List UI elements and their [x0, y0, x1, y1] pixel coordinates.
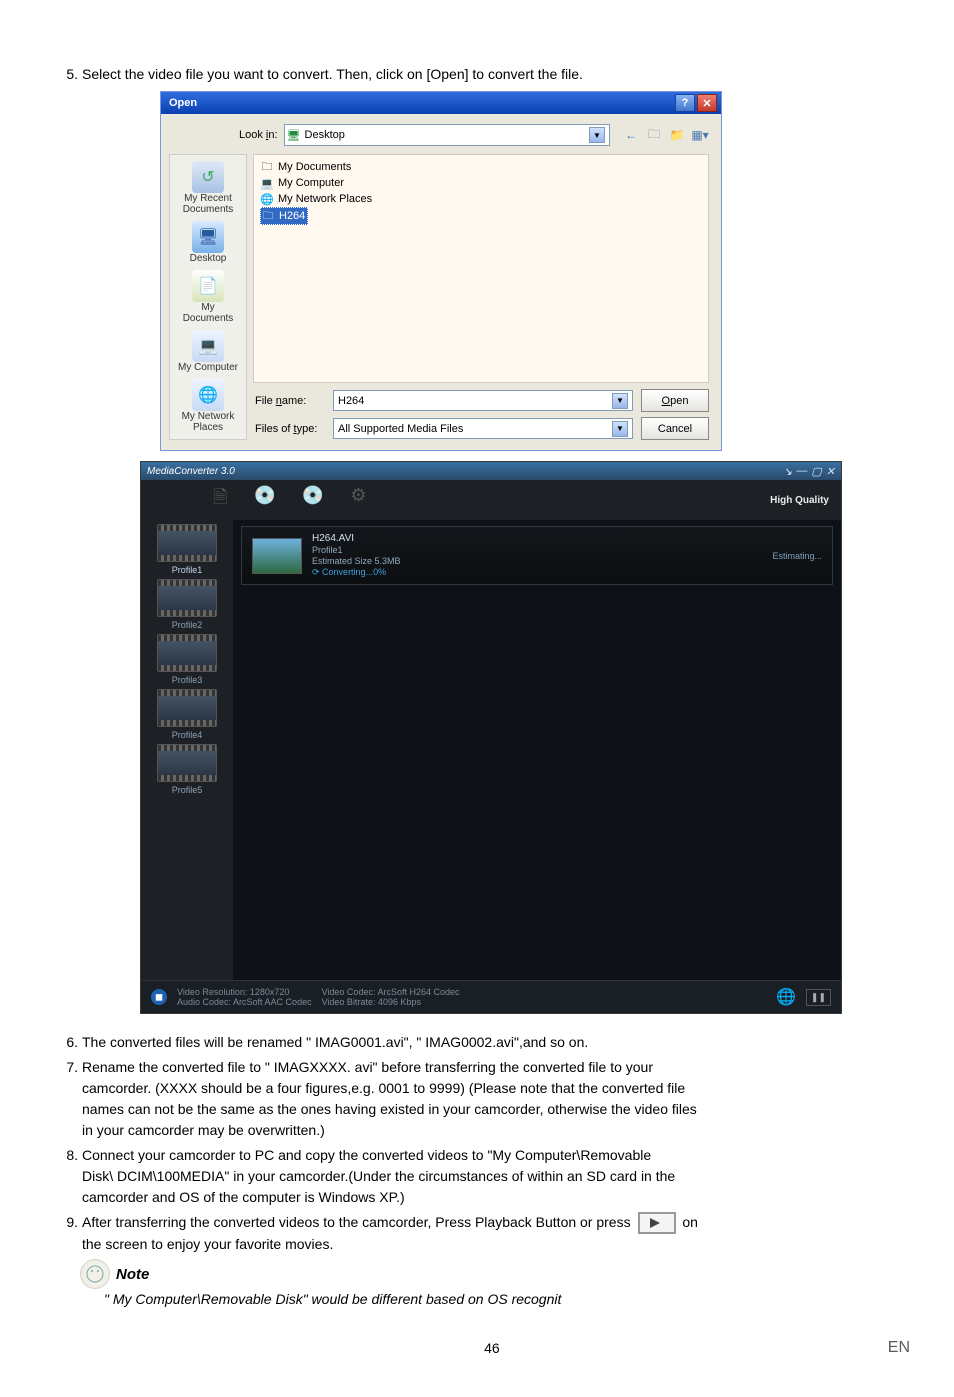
toolbar-newfolder-icon[interactable]: 📁 [668, 126, 686, 144]
step-9: 9. After transferring the converted vide… [60, 1212, 904, 1255]
mc-queue-item[interactable]: H264.AVI Profile1 Estimated Size 5.3MB ⟳… [241, 526, 833, 585]
mc-close-icon[interactable]: ✕ [826, 465, 835, 478]
filetype-select[interactable]: All Supported Media Files ▼ [333, 418, 633, 439]
mc-status-audiocodec: Audio Codec: ArcSoft AAC Codec [177, 997, 312, 1007]
mc-item-name: H264.AVI [312, 533, 762, 544]
footer-lang: EN [888, 1339, 910, 1357]
folder-icon: 🗀 [260, 160, 274, 174]
recent-icon: ↺ [192, 161, 224, 193]
look-in-label: Look in: [239, 129, 278, 141]
mc-titlebar: MediaConverter 3.0 ↘ — ▢ ✕ [141, 462, 841, 480]
file-item-mypc[interactable]: 💻 My Computer [260, 175, 702, 191]
filetype-label: Files of type: [253, 423, 325, 435]
chevron-down-icon[interactable]: ▼ [589, 127, 605, 143]
places-sidebar: ↺ My Recent Documents 🖥 Desktop 📄 My Doc… [169, 154, 247, 440]
mc-item-thumbnail [252, 538, 302, 574]
cancel-button[interactable]: Cancel [641, 417, 709, 440]
mc-max-icon[interactable]: ▢ [811, 465, 821, 478]
mc-profile-2[interactable]: Profile2 [152, 579, 222, 630]
open-button[interactable]: Open [641, 389, 709, 412]
mc-profile-5[interactable]: Profile5 [152, 744, 222, 795]
mc-toolbar-file-icon[interactable]: 🗎 [213, 485, 227, 515]
mc-high-quality-label: High Quality [770, 495, 829, 506]
sidebar-mydocs[interactable]: 📄 My Documents [175, 268, 241, 326]
sidebar-recent[interactable]: ↺ My Recent Documents [175, 159, 241, 217]
mc-toolbar-disc-icon[interactable]: 💿 [253, 485, 275, 515]
mc-status-videobitrate: Video Bitrate: 4096 Kbps [322, 997, 460, 1007]
mc-pause-icon[interactable]: ❚❚ [806, 989, 831, 1006]
mc-item-profile: Profile1 [312, 545, 762, 555]
look-in-select[interactable]: 🖥 Desktop ▼ [284, 124, 610, 146]
network-icon: 🌐 [260, 192, 274, 206]
step-6: 6. The converted files will be renamed "… [60, 1032, 904, 1053]
mc-collapse-icon[interactable]: ↘ [783, 465, 792, 478]
note-heading: Note [80, 1259, 904, 1289]
dialog-titlebar: Open ? ✕ [161, 92, 721, 114]
sidebar-mypc[interactable]: 💻 My Computer [175, 328, 241, 375]
note-text: " My Computer\Removable Disk" would be d… [104, 1291, 904, 1307]
look-in-value: Desktop [305, 129, 345, 141]
page-number: 46 [96, 1340, 888, 1356]
mc-profile-4[interactable]: Profile4 [152, 689, 222, 740]
chevron-down-icon[interactable]: ▼ [612, 393, 628, 409]
mc-globe-icon[interactable]: 🌐 [776, 987, 796, 1007]
mc-status-bar: ◼ Video Resolution: 1280x720 Audio Codec… [141, 980, 841, 1013]
step-text: Select the video file you want to conver… [82, 64, 904, 85]
mc-status-videocodec: Video Codec: ArcSoft H264 Codec [322, 987, 460, 997]
toolbar-back-icon[interactable]: ← [622, 126, 640, 144]
folder-sel-icon: 🗀 [261, 209, 275, 223]
step-num: 5. [60, 64, 78, 85]
page-footer: 46 EN [60, 1339, 916, 1357]
mc-profile-3[interactable]: Profile3 [152, 634, 222, 685]
mc-toolbar-gear-icon[interactable]: ⚙ [350, 485, 366, 515]
titlebar-close-button[interactable]: ✕ [697, 94, 717, 112]
step-8: 8. Connect your camcorder to PC and copy… [60, 1145, 904, 1208]
sidebar-mynetwork[interactable]: 🌐 My Network Places [175, 377, 241, 435]
file-item-selected[interactable]: 🗀 H264 [260, 207, 308, 225]
toolbar-up-icon[interactable]: 🗀 [645, 126, 663, 144]
desktop-side-icon: 🖥 [192, 221, 224, 253]
mynet-icon: 🌐 [192, 379, 224, 411]
mc-item-estimate: Estimated Size 5.3MB [312, 556, 762, 566]
titlebar-help-button[interactable]: ? [675, 94, 695, 112]
file-item-mynet[interactable]: 🌐 My Network Places [260, 191, 702, 207]
pc-icon: 💻 [260, 176, 274, 190]
mc-item-estimating: Estimating... [772, 551, 822, 561]
mc-profile-1[interactable]: Profile1 [152, 524, 222, 575]
mc-min-icon[interactable]: — [796, 465, 807, 478]
playback-icon [638, 1212, 676, 1234]
dialog-title: Open [169, 97, 197, 109]
mypc-icon: 💻 [192, 330, 224, 362]
mc-item-converting: ⟳ Converting...0% [312, 567, 762, 578]
mc-main-pane: H264.AVI Profile1 Estimated Size 5.3MB ⟳… [233, 520, 841, 980]
open-dialog: Open ? ✕ Look in: 🖥 Desktop ▼ [160, 91, 722, 451]
sidebar-desktop[interactable]: 🖥 Desktop [175, 219, 241, 266]
note-icon [80, 1259, 110, 1289]
mc-stop-button[interactable]: ◼ [151, 989, 167, 1005]
media-converter-window: MediaConverter 3.0 ↘ — ▢ ✕ 🗎 💿 💿 ⚙ High … [140, 461, 842, 1014]
step-7: 7. Rename the converted file to " IMAGXX… [60, 1057, 904, 1141]
desktop-icon: 🖥 [287, 129, 301, 142]
mydocs-icon: 📄 [192, 270, 224, 302]
step-5: 5. Select the video file you want to con… [60, 64, 904, 85]
file-list[interactable]: 🗀 My Documents 💻 My Computer 🌐 My Networ… [253, 154, 709, 383]
filename-input[interactable]: H264 ▼ [333, 390, 633, 411]
note-label: Note [116, 1266, 149, 1283]
toolbar-views-icon[interactable]: ▦▾ [691, 126, 709, 144]
file-item-mydocs[interactable]: 🗀 My Documents [260, 159, 702, 175]
chevron-down-icon[interactable]: ▼ [612, 421, 628, 437]
filename-label: File name: [253, 395, 325, 407]
mc-status-videores: Video Resolution: 1280x720 [177, 987, 312, 997]
mc-toolbar-disc2-icon[interactable]: 💿 [302, 485, 324, 515]
mc-profile-sidebar: Profile1 Profile2 Profile3 Profile4 Prof… [141, 520, 233, 980]
mc-title: MediaConverter 3.0 [147, 466, 235, 477]
